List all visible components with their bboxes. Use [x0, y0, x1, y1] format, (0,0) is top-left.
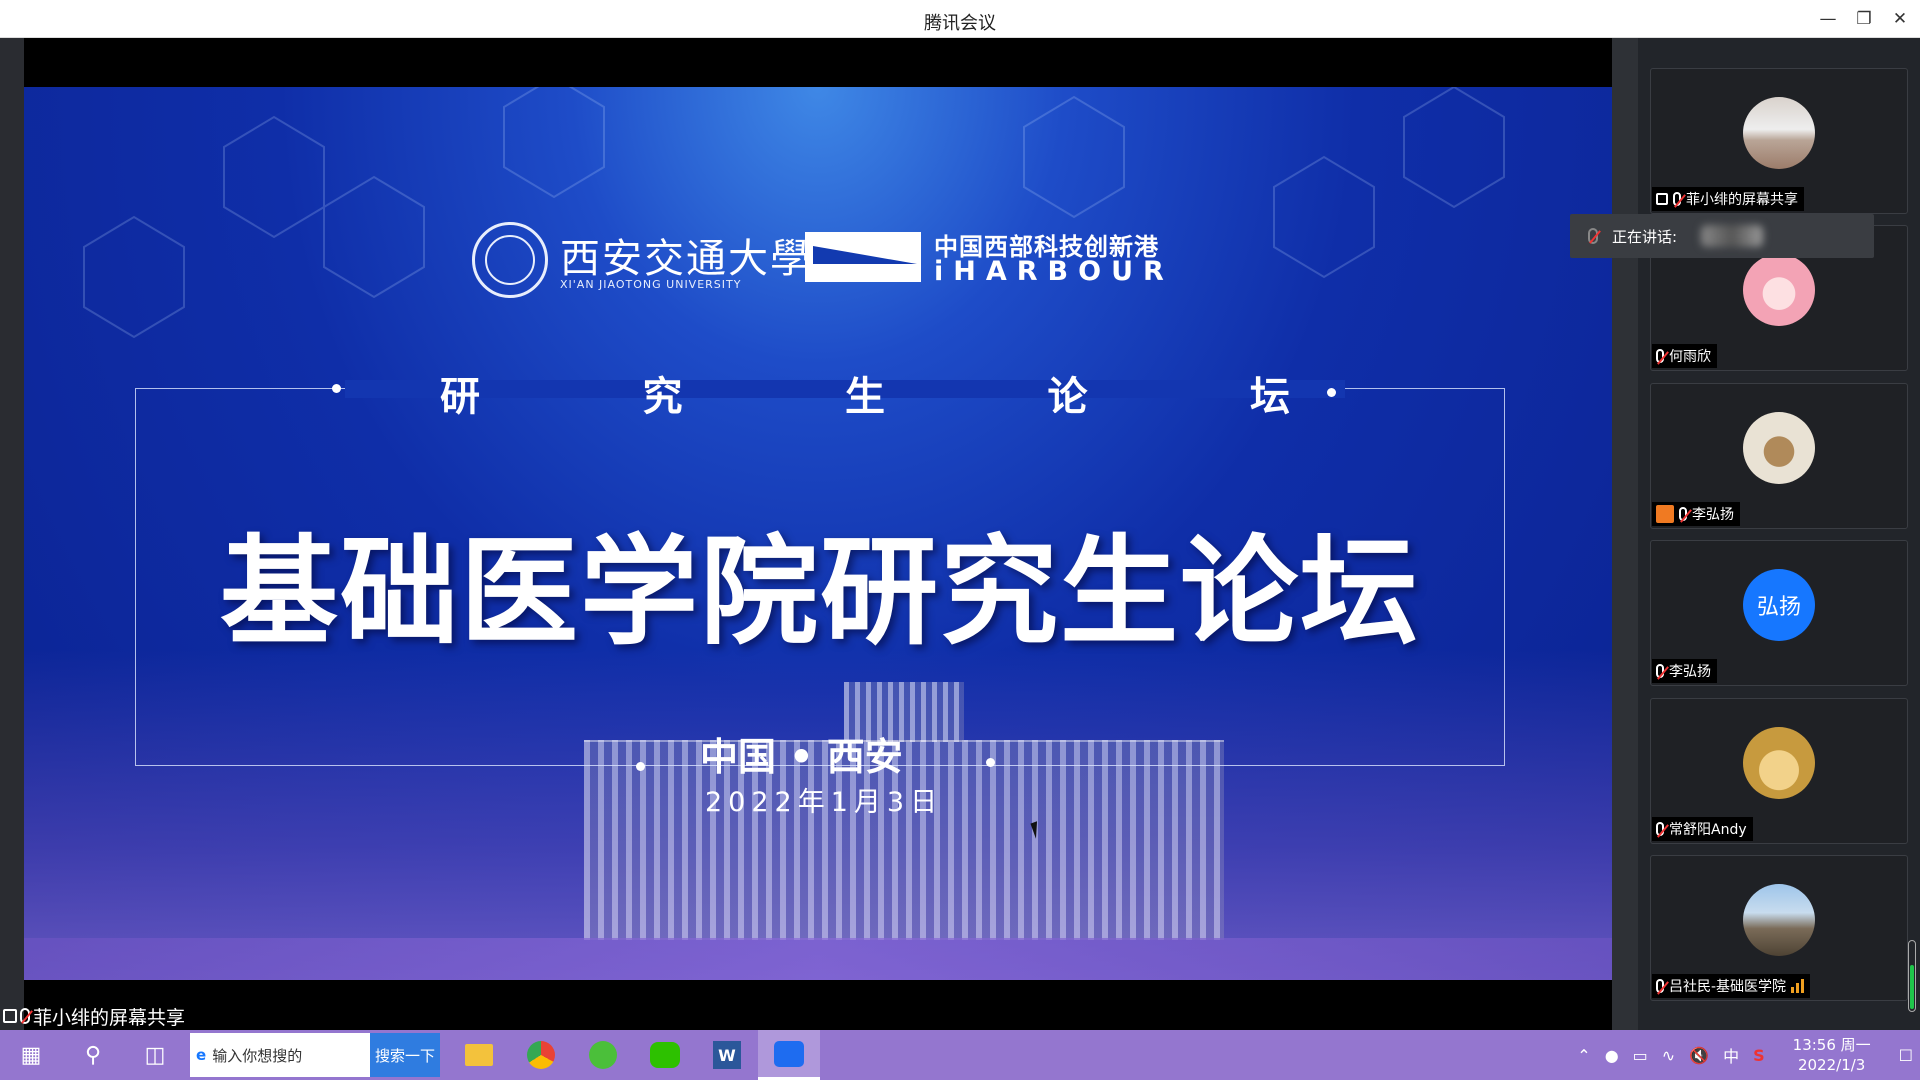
- clock[interactable]: 13:56 周一 2022/1/3: [1772, 1035, 1892, 1075]
- notification-icon[interactable]: ☐: [1892, 1046, 1920, 1065]
- screen-share-icon: [3, 1009, 17, 1023]
- avatar: [1743, 727, 1815, 799]
- panel-gutter: [1612, 38, 1638, 1030]
- battery-icon[interactable]: ▭: [1626, 1046, 1655, 1065]
- participant-name: 吕社民-基础医学院: [1669, 979, 1787, 995]
- participant-tile[interactable]: 李弘扬: [1650, 383, 1908, 529]
- participant-name-tag: 何雨欣: [1652, 344, 1717, 368]
- mic-muted-icon: [1673, 192, 1681, 206]
- speaker-blurred-name: [1701, 225, 1764, 247]
- forum-char: 论: [1047, 374, 1088, 420]
- file-explorer-icon[interactable]: [448, 1030, 510, 1080]
- participant-name-tag: 菲小绯的屏幕共享: [1652, 187, 1804, 211]
- frame-dot: [636, 762, 645, 771]
- participant-name: 菲小绯的屏幕共享: [1686, 192, 1798, 208]
- forum-char: 坛: [1250, 374, 1290, 420]
- participant-name-tag: 李弘扬: [1652, 502, 1740, 526]
- share-label: 菲小绯的屏幕共享: [33, 1006, 186, 1029]
- task-view-icon[interactable]: ◫: [124, 1030, 186, 1080]
- mic-muted-icon: [1588, 228, 1598, 244]
- slide-city: 中国 • 西安: [700, 735, 903, 779]
- slide-headline: 基础医学院研究生论坛: [219, 523, 1420, 661]
- avatar: [1743, 412, 1815, 484]
- panel-scrollbar[interactable]: [1908, 940, 1916, 1012]
- forum-char: 研: [440, 374, 480, 420]
- mic-muted-icon: [1656, 349, 1664, 363]
- frame-dot: [1327, 388, 1336, 397]
- chrome-icon[interactable]: [510, 1030, 572, 1080]
- mic-muted-icon: [1656, 979, 1664, 993]
- chevron-up-icon[interactable]: ⌃: [1570, 1046, 1597, 1065]
- minimize-icon[interactable]: —: [1810, 0, 1846, 38]
- speaking-indicator: 正在讲话:: [1570, 214, 1874, 258]
- word-icon[interactable]: W: [696, 1030, 758, 1080]
- screen-share-indicator: 菲小绯的屏幕共享: [0, 1002, 185, 1030]
- speaking-label: 正在讲话:: [1612, 227, 1678, 246]
- forum-char: 生: [845, 374, 885, 420]
- mic-muted-icon: [1656, 822, 1664, 836]
- participant-tile[interactable]: 常舒阳Andy: [1650, 698, 1908, 844]
- browser-360-icon[interactable]: [572, 1030, 634, 1080]
- participant-name-tag: 吕社民-基础医学院: [1652, 974, 1811, 998]
- mic-muted-icon: [1679, 507, 1687, 521]
- windows-taskbar: ▦ ⚲ ◫ e 输入你想搜的 搜索一下 W ⌃ ● ▭ ∿ 🔇 中 S 13:5…: [0, 1030, 1920, 1080]
- participant-tile[interactable]: 菲小绯的屏幕共享: [1650, 68, 1908, 214]
- search-placeholder: 输入你想搜的: [212, 1046, 303, 1065]
- title-bar: 腾讯会议 — ❐ ✕: [0, 0, 1920, 38]
- avatar: [1743, 97, 1815, 169]
- university-name-en: XI'AN JIAOTONG UNIVERSITY: [560, 278, 742, 291]
- mic-muted-icon: [20, 1008, 30, 1024]
- left-edge: [0, 38, 24, 1030]
- clock-date: 2022/1/3: [1797, 1056, 1866, 1074]
- participant-name: 何雨欣: [1669, 349, 1711, 365]
- participant-name: 李弘扬: [1692, 507, 1734, 523]
- close-icon[interactable]: ✕: [1882, 0, 1918, 38]
- frame-dot: [332, 384, 341, 393]
- search-icon[interactable]: ⚲: [62, 1030, 124, 1080]
- participant-tile[interactable]: 弘扬 李弘扬: [1650, 540, 1908, 686]
- tencent-meeting-icon[interactable]: [758, 1030, 820, 1080]
- participant-name-tag: 常舒阳Andy: [1652, 817, 1753, 841]
- avatar-initials: 弘扬: [1743, 569, 1815, 641]
- wechat-icon[interactable]: [634, 1030, 696, 1080]
- partner-name-en: iHARBOUR: [934, 256, 1174, 287]
- slide-date: 2022年1月3日: [705, 787, 944, 818]
- search-go-button[interactable]: 搜索一下: [370, 1033, 440, 1077]
- restore-icon[interactable]: ❐: [1846, 0, 1882, 38]
- avatar: [1743, 254, 1815, 326]
- forum-subtitle: 研 究 生 论 坛: [440, 364, 1290, 422]
- person-icon: [1656, 505, 1674, 523]
- windows-start-icon[interactable]: ▦: [0, 1030, 62, 1080]
- frame-dot: [986, 758, 995, 767]
- participant-name: 常舒阳Andy: [1669, 822, 1747, 838]
- iharbour-logo: [805, 232, 921, 282]
- participant-name: 李弘扬: [1669, 664, 1711, 680]
- participant-tile[interactable]: 吕社民-基础医学院: [1650, 855, 1908, 1001]
- water-reflection: [24, 938, 1612, 980]
- forum-char: 究: [642, 374, 683, 420]
- speaker-muted-icon[interactable]: 🔇: [1682, 1046, 1716, 1065]
- mic-muted-icon: [1656, 664, 1664, 678]
- signal-icon: [1791, 979, 1805, 993]
- university-seal-icon: [472, 222, 548, 298]
- microphone-icon[interactable]: ●: [1598, 1046, 1626, 1065]
- system-tray: ⌃ ● ▭ ∿ 🔇 中 S 13:56 周一 2022/1/3 ☐: [1570, 1030, 1920, 1080]
- ie-icon: e: [196, 1046, 207, 1064]
- sogou-icon[interactable]: S: [1746, 1046, 1772, 1065]
- avatar: [1743, 884, 1815, 956]
- ime-indicator[interactable]: 中: [1716, 1043, 1746, 1067]
- university-name-cn: 西安交通大學: [560, 236, 812, 282]
- browser-search-input[interactable]: e 输入你想搜的: [190, 1033, 370, 1077]
- window-title: 腾讯会议: [924, 13, 996, 34]
- wifi-icon[interactable]: ∿: [1655, 1046, 1682, 1065]
- participant-name-tag: 李弘扬: [1652, 659, 1717, 683]
- clock-time: 13:56 周一: [1792, 1036, 1871, 1054]
